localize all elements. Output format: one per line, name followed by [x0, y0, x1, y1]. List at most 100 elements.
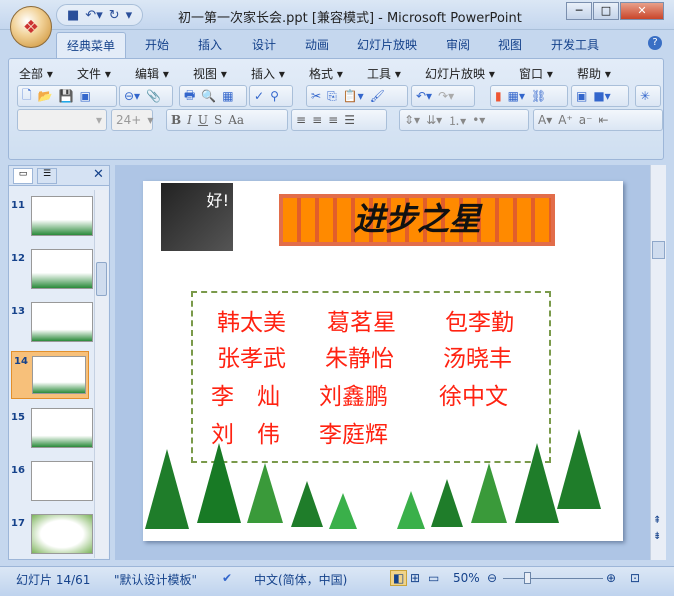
slides-pane-scrollbar[interactable] — [94, 190, 108, 558]
menu-slideshow[interactable]: 幻灯片放映 ▾ — [425, 65, 495, 82]
open-icon[interactable]: 📂 — [38, 89, 53, 103]
tab-review[interactable]: 审阅 — [446, 36, 470, 53]
tab-home[interactable]: 开始 — [145, 36, 169, 53]
slide-thumbnail-selected[interactable]: 14 — [11, 351, 89, 399]
spelling-icon[interactable]: ✓ — [254, 89, 264, 103]
menu-format[interactable]: 格式 ▾ — [309, 65, 343, 82]
new-slide-icon[interactable]: ✳ — [640, 89, 650, 103]
zoom-level[interactable]: 50% — [453, 571, 480, 585]
shadow-icon[interactable]: S — [214, 113, 222, 127]
grayscale-icon[interactable]: ■▾ — [593, 89, 610, 103]
font-color-icon[interactable]: A▾ — [538, 113, 552, 127]
save-icon[interactable]: 💾 — [59, 89, 74, 103]
save-icon[interactable]: ■ — [67, 8, 79, 23]
tab-developer[interactable]: 开发工具 — [551, 36, 599, 53]
print-icon[interactable]: 🖶 — [184, 86, 195, 107]
normal-view-icon[interactable]: ◧ — [390, 570, 408, 586]
tab-design[interactable]: 设计 — [252, 36, 276, 53]
name: 朱静怡 — [325, 346, 394, 372]
menu-tools[interactable]: 工具 ▾ — [367, 65, 401, 82]
scroll-thumb[interactable] — [652, 241, 665, 259]
slide-thumbnail[interactable]: 17 — [9, 514, 99, 564]
delete-icon[interactable]: ⊖▾ — [124, 89, 140, 103]
grid-icon[interactable]: ▦ — [222, 89, 233, 103]
close-pane-icon[interactable]: ✕ — [93, 167, 104, 182]
tab-insert[interactable]: 插入 — [198, 36, 222, 53]
font-size-select[interactable]: 24+ ▾ — [111, 109, 153, 131]
zoom-slider-thumb[interactable] — [524, 572, 531, 584]
copy-icon[interactable]: ⎘ — [327, 89, 337, 104]
underline-icon[interactable]: U — [198, 113, 208, 127]
tab-view[interactable]: 视图 — [498, 36, 522, 53]
numbering-icon[interactable]: ⒈▾ — [448, 112, 466, 129]
zoom-out-icon[interactable]: ⊖ — [487, 571, 497, 585]
close-button[interactable]: ✕ — [620, 2, 664, 20]
paste-icon[interactable]: 📋▾ — [343, 89, 364, 103]
redo-icon[interactable]: ↻ — [109, 8, 120, 23]
chart-icon[interactable]: ▮ — [495, 89, 502, 103]
slide-scrollbar[interactable]: ⇞ ⇟ — [650, 165, 666, 560]
menu-window[interactable]: 窗口 ▾ — [519, 65, 553, 82]
slide-thumbnail[interactable]: 11 — [9, 196, 99, 246]
fit-to-window-icon[interactable]: ⊡ — [630, 571, 640, 585]
font-name-select[interactable]: ▾ — [17, 109, 107, 131]
italic-icon[interactable]: I — [187, 113, 192, 127]
format-painter-icon[interactable]: 🖌 — [370, 89, 385, 103]
slideshow-view-icon[interactable]: ▭ — [428, 571, 439, 585]
bold-icon[interactable]: B — [171, 113, 181, 127]
menu-all[interactable]: 全部 ▾ — [19, 65, 53, 82]
customize-dropdown-icon[interactable]: ▾ — [126, 8, 133, 23]
slides-tab[interactable]: ▭ — [13, 168, 33, 184]
slide-thumbnail[interactable]: 16 — [9, 461, 99, 511]
help-icon[interactable]: ? — [648, 36, 662, 50]
justify-icon[interactable]: ☰ — [344, 113, 355, 127]
outline-tab[interactable]: ☰ — [37, 168, 57, 184]
next-slide-icon[interactable]: ⇟ — [653, 531, 661, 542]
minimize-button[interactable]: ─ — [566, 2, 592, 20]
line-spacing-icon[interactable]: ⇕▾ — [404, 113, 420, 127]
tab-classic-menu[interactable]: 经典菜单 — [56, 32, 127, 58]
menu-insert[interactable]: 插入 ▾ — [251, 65, 285, 82]
undo-icon[interactable]: ↶▾ — [85, 8, 102, 23]
permission-icon[interactable]: ▣ — [80, 89, 91, 103]
undo-icon[interactable]: ↶▾ — [416, 89, 432, 103]
cut-icon[interactable]: ✂ — [311, 89, 321, 103]
new-icon[interactable]: 🗋 — [22, 86, 32, 107]
menu-edit[interactable]: 编辑 ▾ — [135, 65, 169, 82]
menu-help[interactable]: 帮助 ▾ — [577, 65, 611, 82]
text-direction-icon[interactable]: ⇊▾ — [426, 113, 442, 127]
color-scheme-icon[interactable]: ▣ — [576, 89, 587, 103]
menu-file[interactable]: 文件 ▾ — [77, 65, 111, 82]
slide-thumbnail[interactable]: 15 — [9, 408, 99, 458]
slide-thumbnail[interactable]: 13 — [9, 302, 99, 352]
office-button[interactable]: ❖ — [10, 6, 52, 48]
table-icon[interactable]: ▦▾ — [508, 89, 525, 103]
spell-check-icon[interactable]: ✔ — [222, 571, 232, 585]
language[interactable]: 中文(简体，中国) — [254, 571, 347, 588]
grow-font-icon[interactable]: A⁺ — [558, 113, 573, 127]
menu-view[interactable]: 视图 ▾ — [193, 65, 227, 82]
maximize-button[interactable]: □ — [593, 2, 619, 20]
tab-animation[interactable]: 动画 — [305, 36, 329, 53]
slide-sorter-icon[interactable]: ⊞ — [410, 571, 420, 585]
previous-slide-icon[interactable]: ⇞ — [653, 515, 661, 526]
decrease-indent-icon[interactable]: ⇤ — [598, 113, 608, 127]
slide[interactable]: 好! 进步之星 韩太美 葛茗星 包李勤 张孝武 朱静怡 汤晓丰 李 灿 刘鑫鹏 … — [143, 181, 623, 541]
slide-thumbnail[interactable]: 12 — [9, 249, 99, 299]
attach-icon[interactable]: 📎 — [146, 89, 161, 103]
tab-slideshow[interactable]: 幻灯片放映 — [357, 36, 417, 53]
print-preview-icon[interactable]: 🔍 — [201, 89, 216, 103]
zoom-in-icon[interactable]: ⊕ — [606, 571, 616, 585]
zoom-slider[interactable] — [503, 578, 603, 579]
hyperlink-icon[interactable]: ⛓ — [531, 89, 546, 103]
scroll-thumb[interactable] — [96, 262, 107, 296]
research-icon[interactable]: ⚲ — [270, 89, 279, 103]
theme-name[interactable]: "默认设计模板" — [114, 571, 197, 588]
shrink-font-icon[interactable]: a⁻ — [579, 113, 593, 127]
bullets-icon[interactable]: •▾ — [472, 113, 485, 127]
redo-icon[interactable]: ↷▾ — [438, 89, 454, 103]
align-right-icon[interactable]: ≡ — [328, 113, 338, 127]
change-case-icon[interactable]: Aa — [228, 113, 244, 127]
align-center-icon[interactable]: ≡ — [312, 113, 322, 127]
align-left-icon[interactable]: ≡ — [296, 113, 306, 127]
